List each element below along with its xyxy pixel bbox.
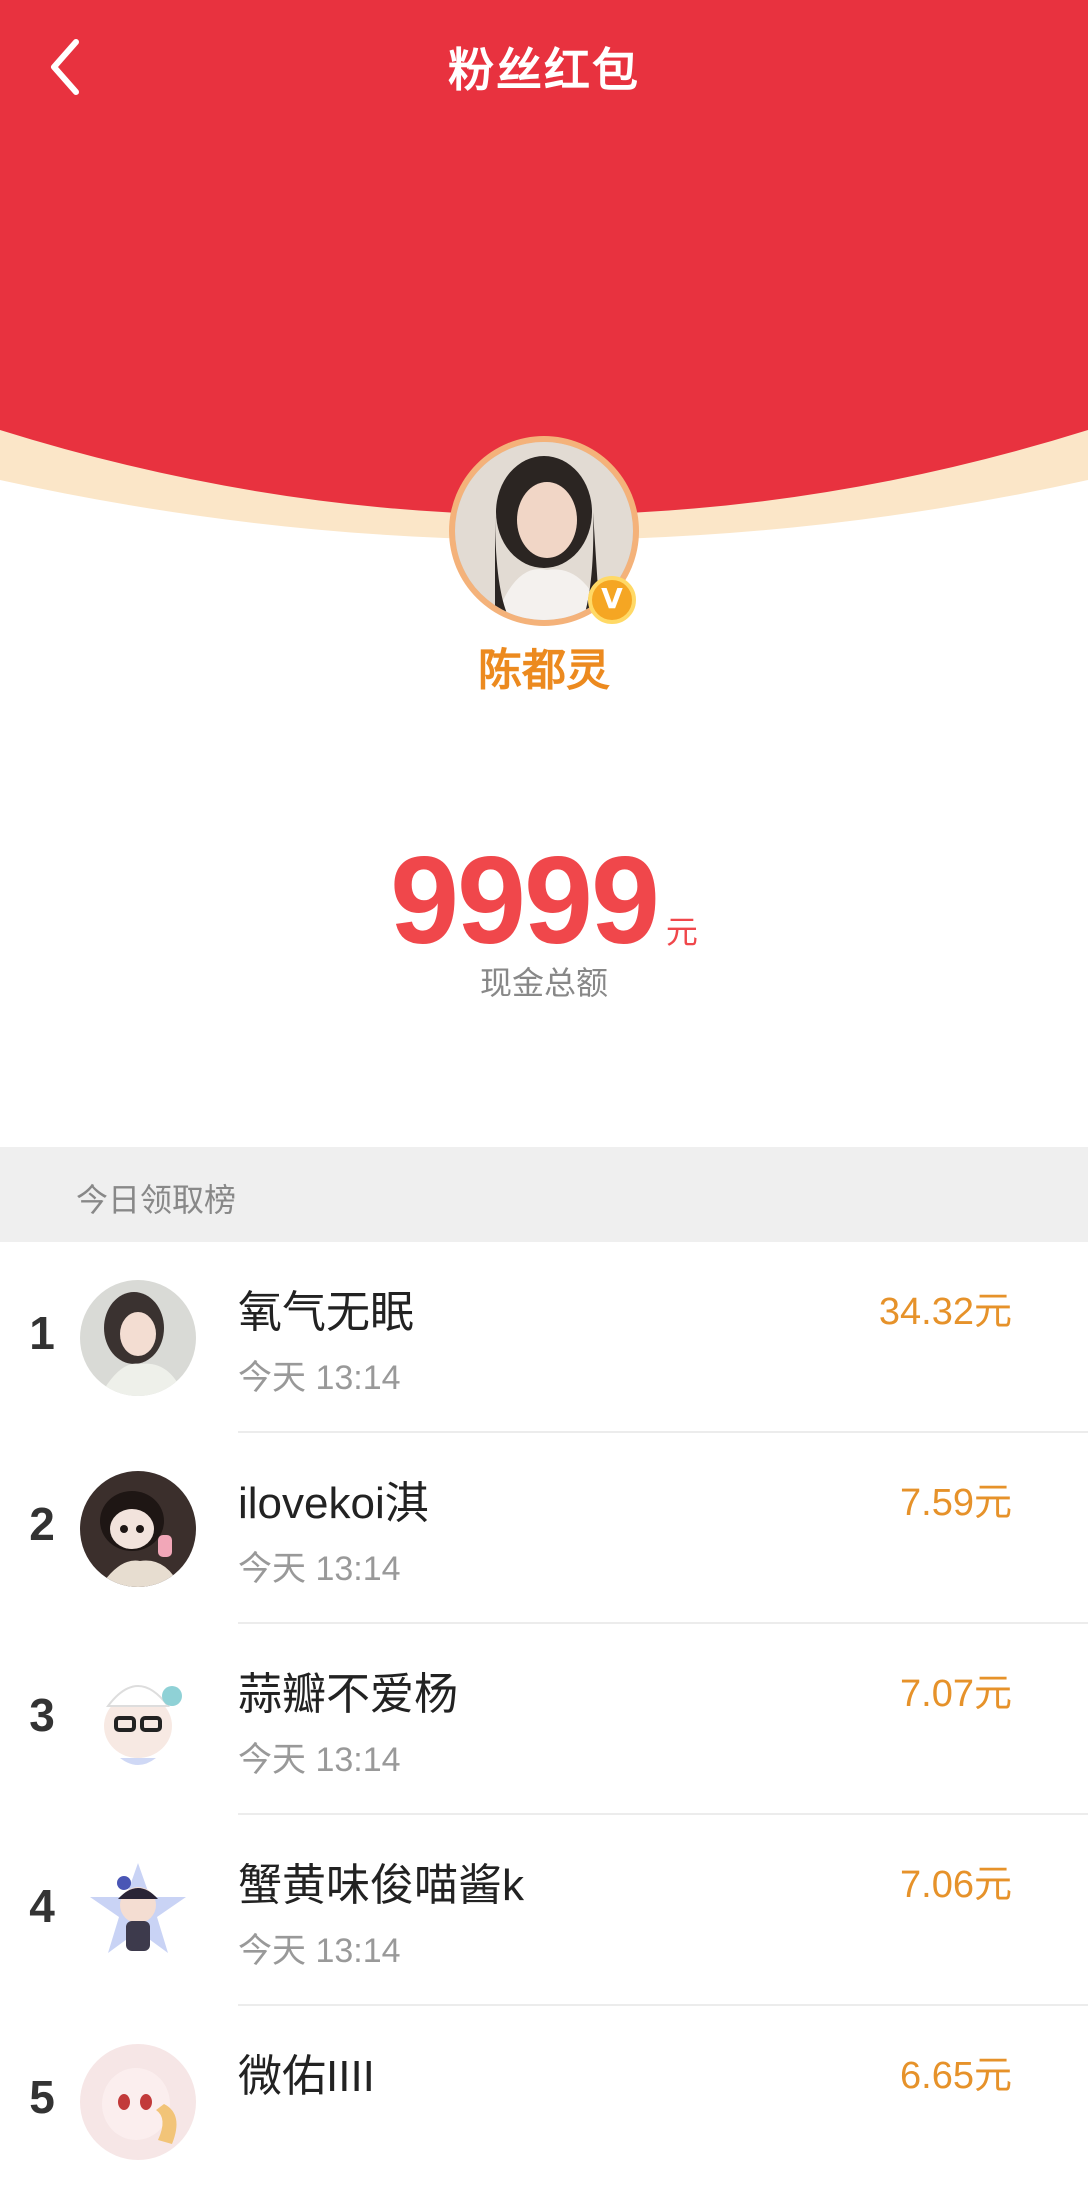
total-amount-row: 9999 元 (0, 830, 1088, 972)
avatar[interactable] (80, 1853, 196, 1969)
claim-time: 今天 13:14 (238, 1741, 401, 1779)
claim-amount: 7.07元 (900, 1673, 1012, 1715)
total-amount: 9999 (390, 832, 660, 970)
claim-amount: 34.32元 (878, 1291, 1012, 1333)
verified-badge-icon: V (588, 576, 636, 624)
avatar[interactable] (80, 1662, 196, 1778)
claim-amount: 7.06元 (900, 1864, 1012, 1906)
rank-number: 4 (29, 1880, 55, 1932)
list-item[interactable]: 2 ilovekoi淇 今天 13:14 7.59元 (0, 1433, 1088, 1624)
claim-time: 今天 13:14 (238, 1550, 401, 1588)
user-name: ilovekoi淇 (238, 1479, 429, 1528)
leaderboard-list: 1 氧气无眠 今天 13:14 34.32元 2 ilovekoi淇 今天 13… (0, 1242, 1088, 2197)
avatar[interactable] (80, 2044, 196, 2160)
list-item[interactable]: 4 蟹黄味俊喵酱k 今天 13:14 7.06元 (0, 1815, 1088, 2006)
claim-amount: 7.59元 (900, 1482, 1012, 1524)
avatar[interactable] (80, 1471, 196, 1587)
list-item[interactable]: 5 微佑IIII 6.65元 (0, 2006, 1088, 2197)
avatar[interactable] (80, 1280, 196, 1396)
leaderboard-title: 今日领取榜 (76, 1181, 237, 1219)
rank-number: 1 (29, 1307, 55, 1359)
total-amount-unit: 元 (665, 913, 698, 951)
rank-number: 2 (29, 1498, 55, 1550)
page-title: 粉丝红包 (448, 43, 640, 97)
creator-name: 陈都灵 (478, 645, 610, 696)
user-name: 微佑IIII (238, 2052, 375, 2101)
claim-amount: 6.65元 (900, 2055, 1012, 2097)
user-name: 蟹黄味俊喵酱k (238, 1861, 524, 1910)
rank-number: 3 (29, 1689, 55, 1741)
total-amount-label: 现金总额 (479, 964, 608, 1002)
claim-time: 今天 13:14 (238, 1359, 401, 1397)
leaderboard-header: 今日领取榜 (0, 1147, 1088, 1242)
list-item[interactable]: 1 氧气无眠 今天 13:14 34.32元 (0, 1242, 1088, 1433)
claim-time: 今天 13:14 (238, 1932, 401, 1970)
user-name: 蒜瓣不爱杨 (238, 1670, 458, 1719)
rank-number: 5 (29, 2071, 55, 2123)
user-name: 氧气无眠 (238, 1288, 414, 1337)
list-item[interactable]: 3 蒜瓣不爱杨 今天 13:14 7.07元 (0, 1624, 1088, 1815)
